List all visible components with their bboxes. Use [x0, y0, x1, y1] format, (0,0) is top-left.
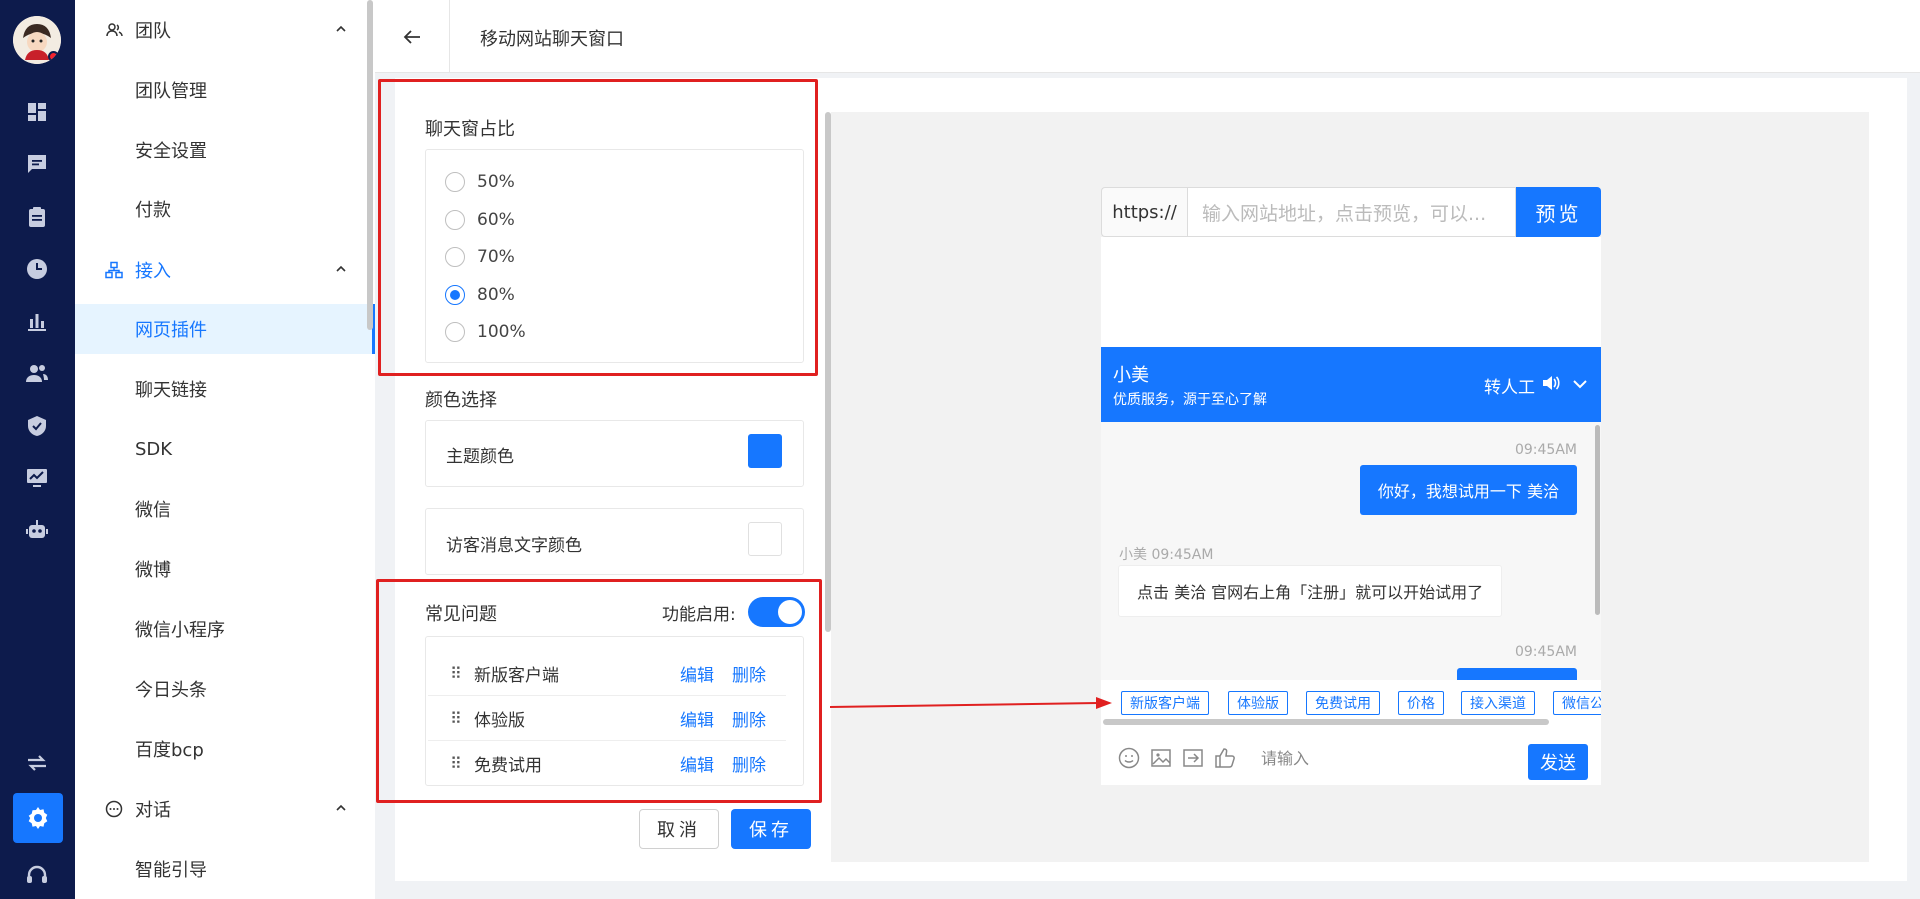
cancel-button[interactable]: 取消 — [639, 809, 719, 849]
menu-item-chat-link[interactable]: 聊天链接 — [75, 364, 375, 414]
top-bar: 移动网站聊天窗口 — [375, 0, 1920, 73]
preview-button[interactable]: 预览 — [1516, 187, 1601, 237]
menu-group-label: 团队 — [135, 21, 171, 42]
menu-group-label: 对话 — [135, 800, 171, 821]
visitor-text-color-label: 访客消息文字颜色 — [446, 536, 582, 556]
menu-item-toutiao[interactable]: 今日头条 — [75, 664, 375, 714]
message-input[interactable]: 请输入 — [1261, 745, 1309, 769]
menu-item-web-plugin[interactable]: 网页插件 — [75, 304, 375, 354]
faq-chip[interactable]: 价格 — [1398, 691, 1444, 715]
chat-bubble-icon — [105, 800, 123, 818]
menu-item-team-manage[interactable]: 团队管理 — [75, 65, 375, 115]
save-button[interactable]: 保存 — [731, 809, 811, 849]
dashboard-icon[interactable] — [25, 100, 49, 124]
menu-item-smart-guide[interactable]: 智能引导 — [75, 844, 375, 894]
message-composer: 请输入 发送 — [1101, 726, 1601, 785]
faq-chip[interactable]: 接入渠道 — [1461, 691, 1535, 715]
settings-rail-active[interactable] — [13, 793, 63, 843]
faq-chip[interactable]: 新版客户端 — [1121, 691, 1209, 715]
faq-chip[interactable]: 免费试用 — [1306, 691, 1380, 715]
menu-item-sdk[interactable]: SDK — [75, 424, 375, 474]
menu-group-label: 接入 — [135, 261, 171, 282]
monitor-chart-icon[interactable] — [25, 466, 49, 490]
emoji-icon[interactable] — [1117, 746, 1141, 770]
message-time: 09:45AM — [1514, 644, 1577, 660]
agent-name: 小美 — [1113, 365, 1149, 386]
chat-header: 小美 优质服务，源于至心了解 转人工 — [1101, 347, 1601, 422]
send-button[interactable]: 发送 — [1528, 744, 1588, 780]
menu-group-dialog[interactable]: 对话 — [75, 782, 375, 836]
team-icon — [105, 21, 123, 39]
url-input[interactable]: 输入网站地址，点击预览，可以... — [1187, 187, 1516, 237]
chevron-up-icon — [336, 804, 346, 811]
menu-group-team[interactable]: 团队 — [75, 3, 375, 57]
support-icon[interactable] — [25, 863, 49, 887]
online-status-dot — [48, 51, 59, 62]
transfer-file-icon[interactable] — [1181, 746, 1205, 770]
avatar[interactable] — [13, 16, 61, 64]
users-icon[interactable] — [25, 361, 49, 385]
network-icon — [105, 261, 123, 279]
visitor-text-color-swatch[interactable] — [748, 522, 782, 556]
message-time: 09:45AM — [1514, 442, 1577, 458]
annotation-box-ratio — [378, 79, 818, 376]
menu-item-security[interactable]: 安全设置 — [75, 125, 375, 175]
color-section-title: 颜色选择 — [425, 390, 497, 411]
robot-icon[interactable] — [25, 518, 49, 542]
annotation-box-faq — [376, 579, 822, 803]
chips-scrollbar[interactable] — [1103, 719, 1549, 725]
bar-chart-icon[interactable] — [25, 309, 49, 333]
clock-icon[interactable] — [25, 257, 49, 281]
icon-rail — [0, 0, 75, 899]
menu-sidebar: 团队 团队管理 安全设置 付款 接入 网页插件 聊天链接 SDK 微信 微博 微… — [75, 0, 375, 899]
url-bar: https:// 输入网站地址，点击预览，可以... 预览 — [1101, 187, 1601, 237]
chevron-down-icon[interactable] — [1571, 375, 1589, 393]
shield-icon[interactable] — [25, 414, 49, 438]
chevron-up-icon — [336, 265, 346, 272]
menu-item-wechat-miniprogram[interactable]: 微信小程序 — [75, 604, 375, 654]
image-icon[interactable] — [1149, 746, 1173, 770]
clipboard-icon[interactable] — [25, 205, 49, 229]
faq-chip[interactable]: 体验版 — [1228, 691, 1288, 715]
divider — [449, 0, 450, 73]
message-time: 小美 09:45AM — [1119, 547, 1214, 563]
chat-scrollbar[interactable] — [1595, 425, 1600, 615]
thumbs-up-icon[interactable] — [1213, 746, 1237, 770]
transfer-to-human-button[interactable]: 转人工 — [1484, 373, 1535, 398]
menu-group-access[interactable]: 接入 — [75, 243, 375, 297]
volume-icon[interactable] — [1541, 373, 1561, 393]
theme-color-swatch[interactable] — [748, 434, 782, 468]
menu-item-payment[interactable]: 付款 — [75, 184, 375, 234]
agent-message: 点击 美洽 官网右上角「注册」就可以开始试用了 — [1118, 565, 1503, 617]
chevron-up-icon — [336, 25, 346, 32]
visitor-message — [1457, 668, 1577, 680]
url-protocol-prefix[interactable]: https:// — [1101, 187, 1187, 237]
faq-chip[interactable]: 微信公 — [1553, 691, 1601, 715]
menu-item-weibo[interactable]: 微博 — [75, 544, 375, 594]
menu-item-baidu-bcp[interactable]: 百度bcp — [75, 724, 375, 774]
agent-tagline: 优质服务，源于至心了解 — [1113, 392, 1267, 408]
chat-icon[interactable] — [25, 152, 49, 176]
swap-icon[interactable] — [25, 751, 49, 775]
back-arrow-icon[interactable] — [401, 26, 423, 48]
settings-icon[interactable] — [26, 806, 50, 830]
visitor-message: 你好，我想试用一下 美洽 — [1359, 465, 1577, 515]
chat-messages: 09:45AM 你好，我想试用一下 美洽 小美 09:45AM 点击 美洽 官网… — [1101, 422, 1601, 680]
menu-scrollbar[interactable] — [367, 0, 373, 330]
page-title: 移动网站聊天窗口 — [480, 29, 624, 50]
theme-color-label: 主题颜色 — [446, 447, 514, 467]
menu-item-wechat[interactable]: 微信 — [75, 484, 375, 534]
